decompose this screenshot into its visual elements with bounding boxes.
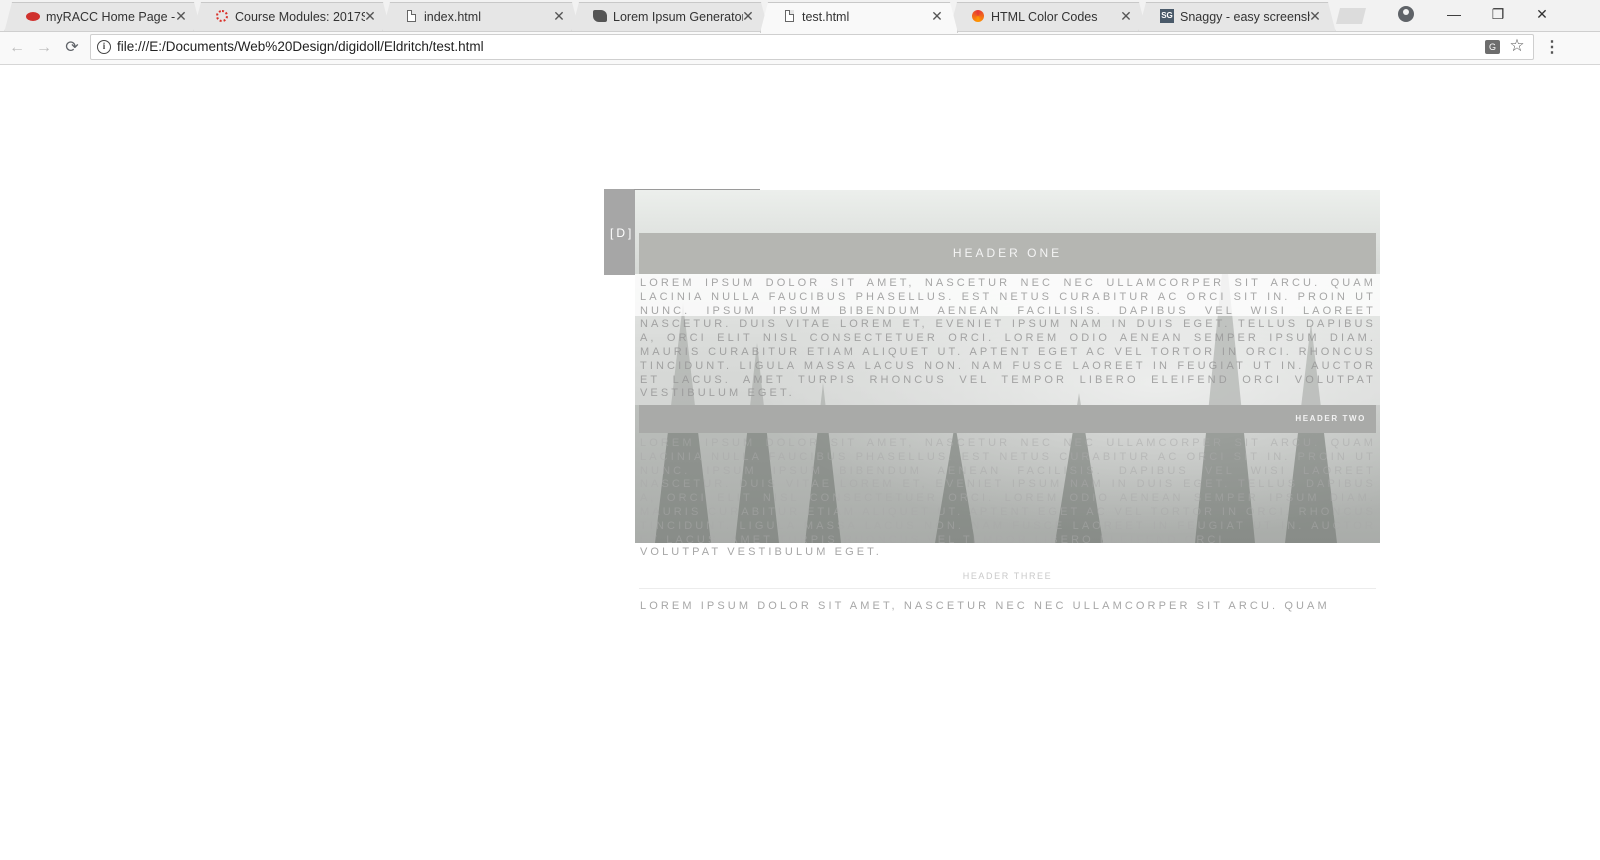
- header-two-band: HEADER TWO: [639, 405, 1376, 433]
- browser-menu-icon[interactable]: ⋮: [1544, 38, 1560, 58]
- header-one: HEADER ONE: [952, 246, 1063, 260]
- canvas-ring-icon: [215, 9, 229, 23]
- snaggy-icon: SG: [1160, 9, 1174, 23]
- tab-close-icon[interactable]: ✕: [1308, 9, 1322, 23]
- lorem-ipsum-icon: [593, 9, 607, 23]
- side-tab[interactable]: [D]: [604, 189, 635, 275]
- restore-button[interactable]: ❐: [1476, 0, 1520, 28]
- tab-close-icon[interactable]: ✕: [930, 9, 944, 23]
- lorem-paragraph-two: Lorem ipsum dolor sit amet, nascetur nec…: [640, 437, 1376, 545]
- tab-snaggy[interactable]: SG Snaggy - easy screensho ✕: [1138, 2, 1334, 32]
- header-one-band: HEADER ONE: [639, 233, 1376, 274]
- racc-logo-icon: [26, 9, 40, 23]
- url-text[interactable]: file:///E:/Documents/Web%20Design/digido…: [117, 39, 484, 55]
- tab-course-modules[interactable]: Course Modules: 2017SP ✕: [193, 2, 389, 32]
- tab-strip: myRACC Home Page - m ✕ Course Modules: 2…: [0, 0, 1600, 32]
- tab-test-html[interactable]: test.html ✕: [760, 2, 956, 32]
- tab-title: Course Modules: 2017SP: [235, 10, 365, 24]
- color-codes-icon: [971, 9, 985, 23]
- header-two: HEADER TWO: [1295, 414, 1366, 423]
- new-tab-button[interactable]: [1336, 8, 1366, 24]
- page-icon: [782, 9, 796, 23]
- account-icon[interactable]: [1398, 6, 1414, 22]
- tab-title: HTML Color Codes: [991, 10, 1098, 24]
- close-window-button[interactable]: ✕: [1520, 0, 1564, 28]
- tab-title: test.html: [802, 10, 850, 24]
- tab-lorem-ipsum[interactable]: Lorem Ipsum Generator ✕: [571, 2, 767, 32]
- tab-title: Lorem Ipsum Generator: [613, 10, 743, 24]
- address-bar[interactable]: i file:///E:/Documents/Web%20Design/digi…: [90, 34, 1534, 60]
- forward-button[interactable]: →: [34, 38, 54, 58]
- tab-close-icon[interactable]: ✕: [363, 9, 377, 23]
- info-icon[interactable]: i: [97, 40, 111, 54]
- tab-close-icon[interactable]: ✕: [552, 9, 566, 23]
- page-icon: [404, 9, 418, 23]
- browser-toolbar: ← → ⟳ i file:///E:/Documents/Web%20Desig…: [0, 32, 1600, 65]
- tab-myracc[interactable]: myRACC Home Page - m ✕: [4, 2, 200, 32]
- minimize-button[interactable]: —: [1432, 0, 1476, 28]
- lorem-paragraph-three: Lorem ipsum dolor sit amet, nascetur nec…: [640, 600, 1330, 612]
- header-three: HEADER THREE: [962, 571, 1053, 581]
- tab-title: index.html: [424, 10, 481, 24]
- tab-html-color-codes[interactable]: HTML Color Codes ✕: [949, 2, 1145, 32]
- reload-button[interactable]: ⟳: [62, 38, 82, 58]
- translate-icon[interactable]: G: [1485, 40, 1500, 54]
- tab-title: Snaggy - easy screensho: [1180, 10, 1310, 24]
- tab-title: myRACC Home Page - m: [46, 10, 176, 24]
- back-button[interactable]: ←: [7, 38, 27, 58]
- page-viewport: [D] HEADER ONE Lorem ipsum dolor sit ame…: [0, 65, 1600, 860]
- tab-close-icon[interactable]: ✕: [174, 9, 188, 23]
- tab-close-icon[interactable]: ✕: [741, 9, 755, 23]
- tab-index-html[interactable]: index.html ✕: [382, 2, 578, 32]
- bookmark-star-icon[interactable]: ☆: [1509, 37, 1525, 55]
- side-tab-label: [D]: [610, 226, 635, 240]
- tab-close-icon[interactable]: ✕: [1119, 9, 1133, 23]
- lorem-paragraph-one: Lorem ipsum dolor sit amet, nascetur nec…: [640, 277, 1376, 400]
- lorem-paragraph-two-tail: VOLUTPAT VESTIBULUM EGET.: [640, 546, 882, 558]
- header-three-rule: [639, 588, 1376, 589]
